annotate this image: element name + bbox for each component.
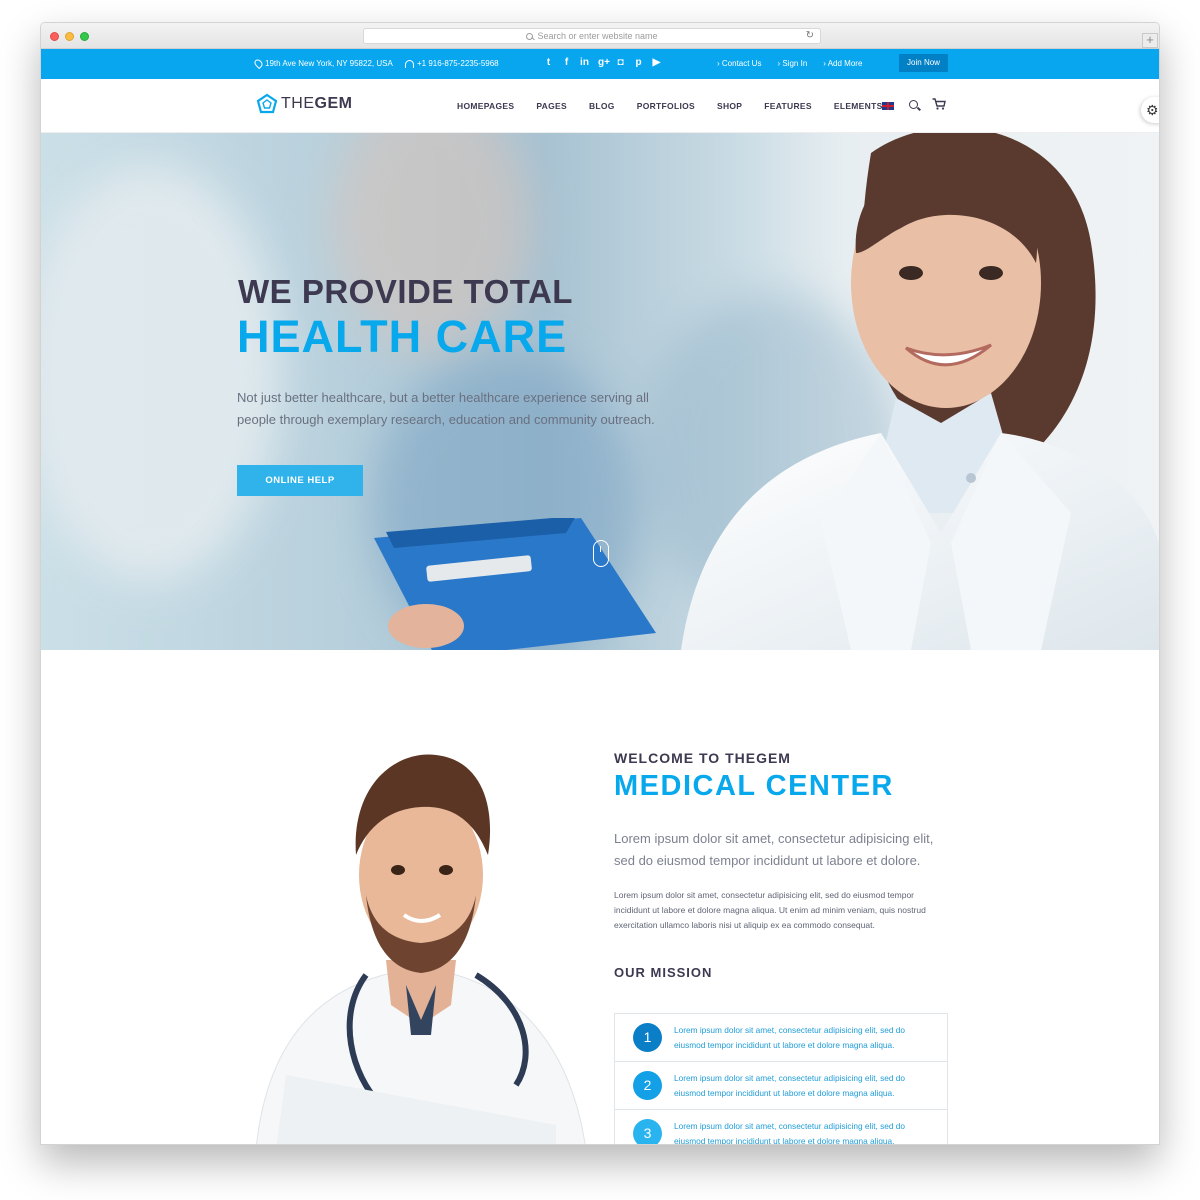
mission-list: 1 Lorem ipsum dolor sit amet, consectetu…	[614, 1013, 948, 1145]
top-info-bar: 19th Ave New York, NY 95822, USA +1 916-…	[41, 49, 1159, 79]
search-icon[interactable]	[909, 100, 918, 109]
clipboard-photo	[374, 518, 656, 650]
about-body-text: Lorem ipsum dolor sit amet, consectetur …	[614, 888, 954, 933]
search-icon	[526, 32, 534, 40]
hero-banner: WE PROVIDE TOTAL HEALTH CARE Not just be…	[41, 133, 1159, 650]
phone-info: +1 916-875-2235-5968	[405, 59, 499, 68]
zoom-window-button[interactable]	[80, 32, 89, 41]
hero-description-line: Not just better healthcare, but a better…	[237, 390, 649, 405]
lead-line: sed do eiusmod tempor incididunt ut labo…	[614, 853, 921, 868]
address-info: 19th Ave New York, NY 95822, USA	[252, 57, 393, 70]
main-menu: HOMEPAGES PAGES BLOG PORTFOLIOS SHOP FEA…	[457, 101, 883, 111]
top-link-label: Sign In	[782, 59, 808, 68]
mission-item: 3 Lorem ipsum dolor sit amet, consectetu…	[615, 1110, 947, 1145]
address-bar[interactable]: Search or enter website name ↻	[363, 28, 821, 44]
instagram-icon[interactable]: ◘	[616, 57, 625, 68]
online-help-button[interactable]: ONLINE HELP	[237, 465, 363, 496]
mission-line: Lorem ipsum dolor sit amet, consectetur …	[674, 1121, 906, 1131]
reload-icon[interactable]: ↻	[806, 30, 814, 41]
site-logo[interactable]: THEGEM	[256, 93, 352, 115]
mission-item: 2 Lorem ipsum dolor sit amet, consectetu…	[615, 1062, 947, 1110]
social-links: t f in g+ ◘ p ▶	[544, 57, 661, 68]
phone-text: +1 916-875-2235-5968	[417, 59, 499, 68]
top-link-add-more[interactable]: › Add More	[823, 59, 862, 68]
logo-text-bold: GEM	[314, 95, 353, 112]
close-window-button[interactable]	[50, 32, 59, 41]
hero-title: WE PROVIDE TOTAL	[238, 273, 573, 310]
mission-number: 3	[633, 1119, 662, 1144]
menu-item-portfolios[interactable]: PORTFOLIOS	[637, 101, 695, 111]
address-bar-placeholder: Search or enter website name	[537, 31, 658, 41]
mission-line: eiusmod tempor incididunt ut labore et d…	[674, 1040, 895, 1050]
hero-description-line: people through exemplary research, educa…	[237, 412, 655, 427]
mission-text: Lorem ipsum dolor sit amet, consectetur …	[674, 1119, 939, 1145]
medical-center-title: MEDICAL CENTER	[614, 770, 894, 802]
pinterest-icon[interactable]: p	[634, 57, 643, 68]
location-pin-icon	[252, 57, 265, 70]
mission-line: Lorem ipsum dolor sit amet, consectetur …	[674, 1025, 906, 1035]
join-now-button[interactable]: Join Now	[899, 54, 948, 72]
main-navbar: THEGEM HOMEPAGES PAGES BLOG PORTFOLIOS S…	[41, 79, 1159, 133]
lead-line: Lorem ipsum dolor sit amet, consectetur …	[614, 831, 934, 846]
menu-item-features[interactable]: FEATURES	[764, 101, 812, 111]
doctor-woman-photo	[681, 133, 1159, 650]
menu-item-pages[interactable]: PAGES	[536, 101, 567, 111]
logo-text-light: THE	[281, 95, 315, 112]
welcome-heading: WELCOME TO THEGEM	[614, 750, 791, 766]
menu-item-elements[interactable]: ELEMENTS	[834, 101, 883, 111]
hero-subtitle: HEALTH CARE	[237, 311, 568, 362]
top-links: › Contact Us › Sign In › Add More	[717, 59, 862, 68]
facebook-icon[interactable]: f	[562, 57, 571, 68]
mission-text: Lorem ipsum dolor sit amet, consectetur …	[674, 1023, 939, 1053]
top-link-sign-in[interactable]: › Sign In	[777, 59, 807, 68]
youtube-icon[interactable]: ▶	[652, 57, 661, 68]
mission-heading: OUR MISSION	[614, 965, 713, 980]
mission-item: 1 Lorem ipsum dolor sit amet, consectetu…	[615, 1014, 947, 1062]
menu-item-shop[interactable]: SHOP	[717, 101, 742, 111]
hero-description: Not just better healthcare, but a better…	[237, 387, 677, 431]
body-line: Lorem ipsum dolor sit amet, consectetur …	[614, 890, 915, 900]
mission-line: eiusmod tempor incididunt ut labore et d…	[674, 1136, 895, 1145]
mission-line: Lorem ipsum dolor sit amet, consectetur …	[674, 1073, 906, 1083]
uk-flag-icon[interactable]	[882, 102, 894, 110]
gear-icon[interactable]: ⚙	[1141, 97, 1159, 123]
top-link-label: Contact Us	[721, 59, 762, 68]
about-lead-text: Lorem ipsum dolor sit amet, consectetur …	[614, 828, 964, 872]
browser-window: Search or enter website name ↻ + 19th Av…	[40, 22, 1160, 1145]
top-link-contact-us[interactable]: › Contact Us	[717, 59, 761, 68]
browser-toolbar: Search or enter website name ↻ +	[41, 23, 1159, 49]
about-section: WELCOME TO THEGEM MEDICAL CENTER Lorem i…	[41, 650, 1159, 1145]
plus-icon[interactable]: +	[1142, 33, 1158, 48]
gem-logo-icon	[256, 93, 278, 114]
google-plus-icon[interactable]: g+	[598, 57, 610, 68]
menu-item-blog[interactable]: BLOG	[589, 101, 615, 111]
mission-line: eiusmod tempor incididunt ut labore et d…	[674, 1088, 895, 1098]
doctor-man-photo	[256, 754, 586, 1144]
linkedin-icon[interactable]: in	[580, 57, 589, 68]
minimize-window-button[interactable]	[65, 32, 74, 41]
mission-text: Lorem ipsum dolor sit amet, consectetur …	[674, 1071, 939, 1101]
mission-number: 2	[633, 1071, 662, 1100]
scroll-mouse-icon[interactable]	[593, 540, 609, 567]
logo-text: THEGEM	[281, 95, 352, 113]
twitter-icon[interactable]: t	[544, 57, 553, 68]
hero-bg-figure-left	[41, 163, 281, 583]
headset-icon	[405, 59, 414, 68]
address-text: 19th Ave New York, NY 95822, USA	[265, 59, 393, 68]
body-line: incididunt ut labore et dolore magna ali…	[614, 905, 926, 915]
cart-icon[interactable]	[932, 98, 946, 110]
body-line: exercitation ullamco laboris nisi ut ali…	[614, 920, 875, 930]
menu-item-homepages[interactable]: HOMEPAGES	[457, 101, 514, 111]
top-link-label: Add More	[827, 59, 863, 68]
mission-number: 1	[633, 1023, 662, 1052]
